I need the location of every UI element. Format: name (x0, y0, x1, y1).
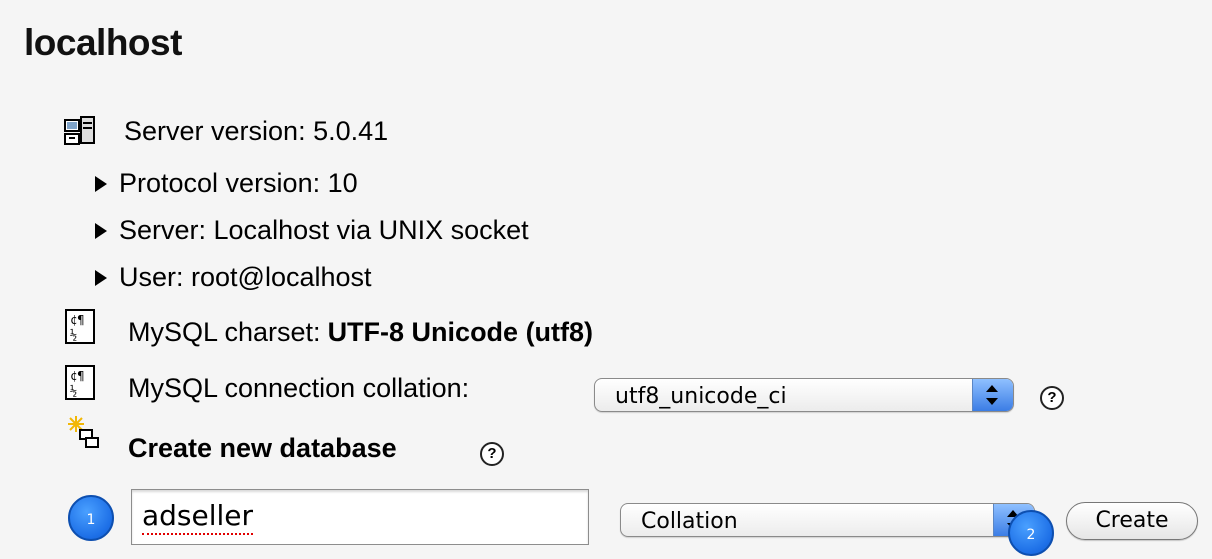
callout-step-2: 2 (1008, 510, 1054, 556)
svg-text:½: ½ (70, 384, 77, 398)
charset-icon: ¢¶ ½ (64, 364, 98, 400)
user: User: root@localhost (119, 262, 372, 292)
callout-step-1: 1 (68, 495, 114, 541)
help-icon[interactable]: ? (1040, 386, 1064, 410)
new-database-icon (66, 414, 100, 448)
server-icon (63, 114, 97, 148)
svg-text:¢¶: ¢¶ (70, 313, 84, 327)
charset-label: MySQL charset: (128, 317, 321, 347)
charset-row: MySQL charset: UTF-8 Unicode (utf8) (128, 317, 593, 348)
svg-text:½: ½ (70, 328, 77, 342)
server-connection-row: Server: Localhost via UNIX socket (95, 215, 529, 246)
page-title: localhost (24, 22, 182, 63)
database-name-input[interactable]: adseller (131, 489, 589, 545)
create-database-heading: Create new database (128, 433, 397, 463)
triangle-right-icon (95, 175, 107, 192)
connection-collation-value: utf8_unicode_ci (615, 384, 787, 409)
create-button[interactable]: Create (1066, 502, 1198, 540)
svg-text:¢¶: ¢¶ (70, 369, 84, 383)
charset-value: UTF-8 Unicode (utf8) (327, 317, 594, 347)
connection-collation-select[interactable]: utf8_unicode_ci (594, 378, 1014, 412)
triangle-right-icon (95, 222, 107, 239)
charset-icon: ¢¶ ½ (64, 308, 98, 344)
collation-label: MySQL connection collation: (128, 373, 470, 403)
triangle-right-icon (95, 269, 107, 286)
protocol-version-row: Protocol version: 10 (95, 168, 358, 199)
server-connection: Server: Localhost via UNIX socket (119, 215, 529, 245)
database-collation-value: Collation (641, 509, 738, 534)
protocol-version: Protocol version: 10 (119, 168, 358, 198)
select-stepper-icon (972, 379, 1013, 411)
database-collation-select[interactable]: Collation (620, 503, 1035, 537)
database-name-value: adseller (142, 499, 254, 535)
server-version: Server version: 5.0.41 (124, 116, 389, 146)
help-icon[interactable]: ? (480, 442, 504, 466)
user-row: User: root@localhost (95, 262, 372, 293)
